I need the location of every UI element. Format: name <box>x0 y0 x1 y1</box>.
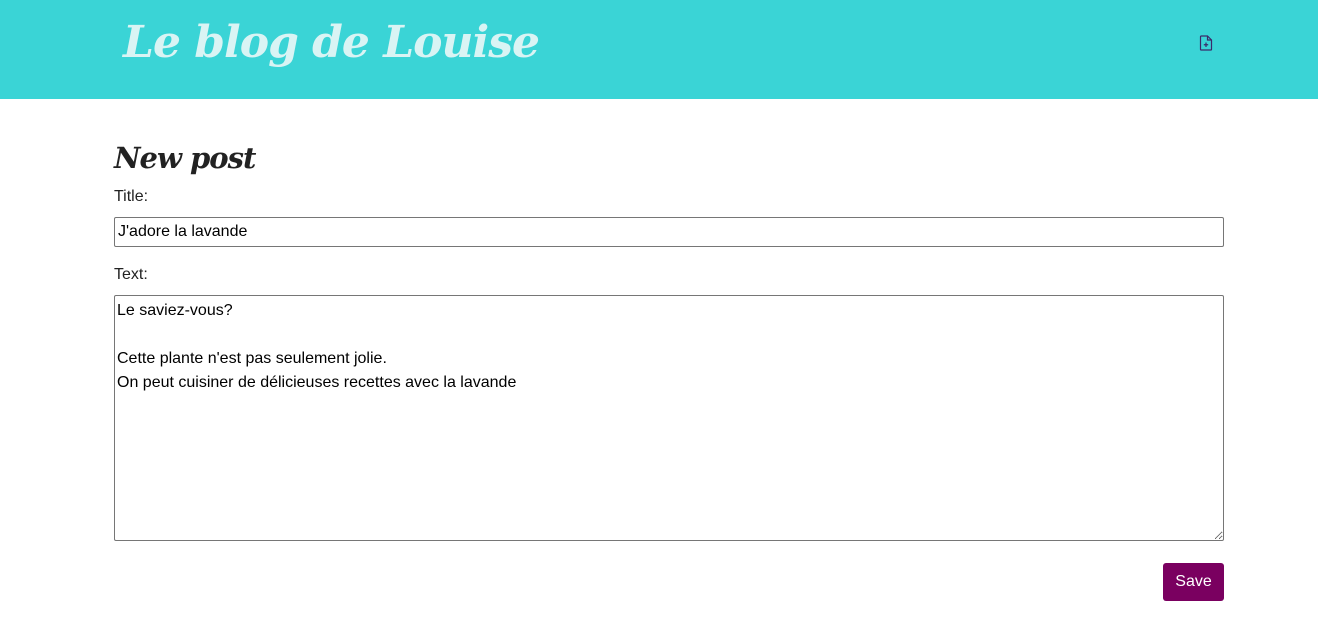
site-header: Le blog de Louise <box>0 0 1318 99</box>
site-title-link[interactable]: Le blog de Louise <box>123 8 540 78</box>
page-title: New post <box>114 141 256 175</box>
title-input[interactable] <box>114 217 1224 247</box>
new-post-link[interactable] <box>1196 32 1216 54</box>
save-button[interactable]: Save <box>1163 563 1224 601</box>
text-label: Text: <box>114 266 148 283</box>
file-plus-icon <box>1199 35 1213 51</box>
title-label: Title: <box>114 188 149 205</box>
text-textarea[interactable]: Le saviez-vous? Cette plante n'est pas s… <box>114 295 1224 541</box>
